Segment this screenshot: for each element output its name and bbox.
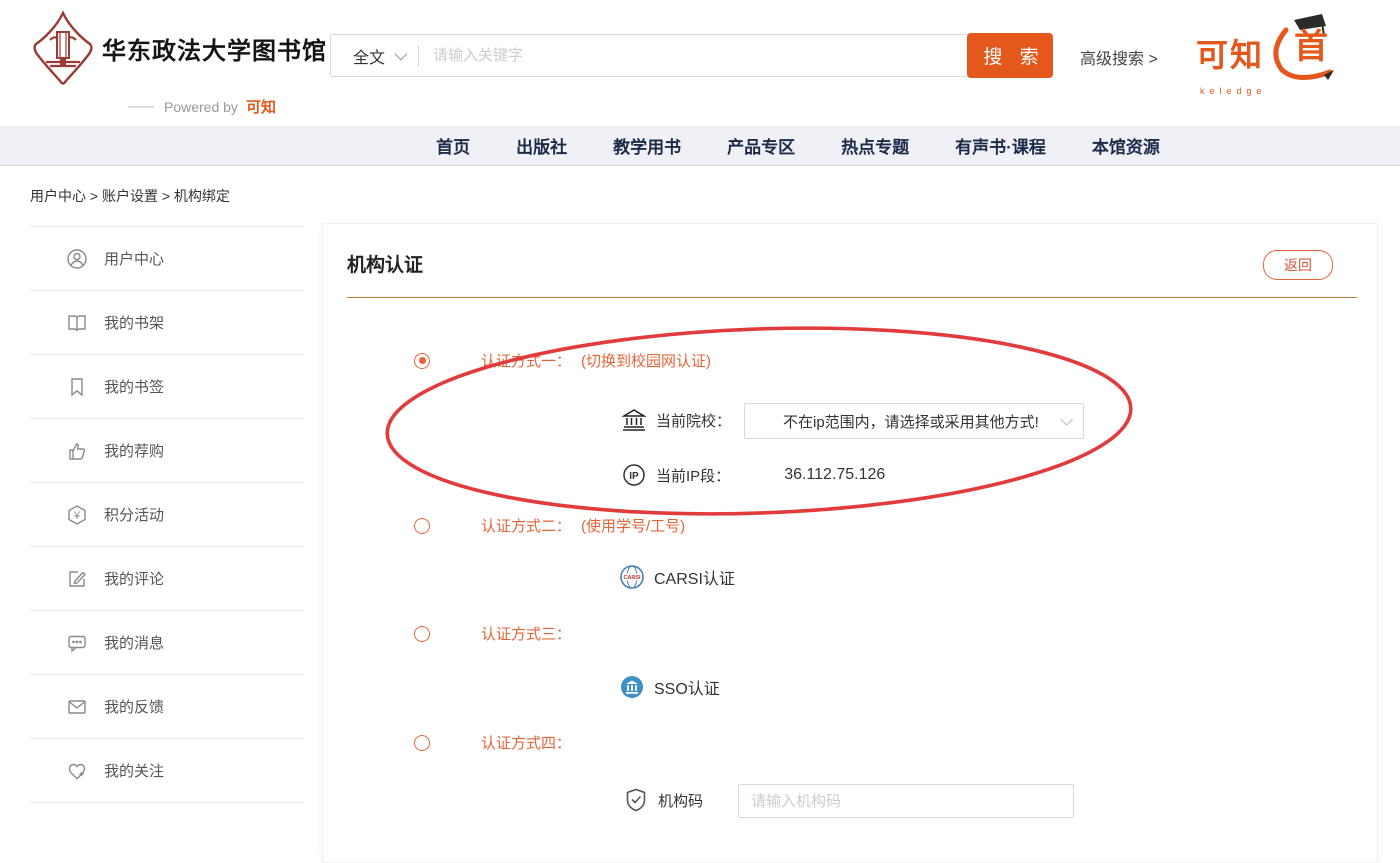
institution-code-input[interactable]	[738, 784, 1074, 818]
auth-method-1-row: 认证方式一： (切换到校园网认证)	[414, 350, 711, 371]
library-name: 华东政法大学图书馆	[102, 31, 327, 66]
auth-method-4-row: 认证方式四：	[414, 732, 571, 753]
sidebar-item-label: 我的反馈	[104, 696, 164, 717]
thumbs-up-icon	[66, 440, 88, 462]
svg-text:CARSI: CARSI	[623, 575, 641, 581]
auth-method-1-radio[interactable]	[414, 353, 430, 369]
nav-item-hot-topics[interactable]: 热点专题	[841, 133, 909, 158]
auth-method-1-hint[interactable]: (切换到校园网认证)	[581, 350, 711, 371]
powered-by-brand[interactable]: 可知	[246, 96, 276, 117]
auth-method-4-radio[interactable]	[414, 735, 430, 751]
institution-auth-panel: 机构认证 返回 认证方式一： (切换到校园网认证) 当前院校： 不在ip范围内，…	[322, 223, 1378, 863]
sidebar-item-label: 我的书签	[104, 376, 164, 397]
auth-method-3-label: 认证方式三：	[481, 623, 571, 644]
bookmark-icon	[66, 376, 88, 398]
shield-check-icon	[623, 787, 649, 813]
sso-icon	[619, 674, 645, 700]
sidebar-item-label: 我的评论	[104, 568, 164, 589]
page-header: 华东政法大学图书馆 Powered by 可知 全文 搜 索 高级搜索 > 可知…	[0, 0, 1400, 126]
keledge-logo-subtext: keledge	[1200, 86, 1366, 96]
sidebar-item-label: 我的书架	[104, 312, 164, 333]
nav-item-product-zone[interactable]: 产品专区	[727, 133, 795, 158]
institution-icon	[621, 407, 647, 433]
sidebar-item-recommendations[interactable]: 我的荐购	[30, 419, 305, 483]
auth-method-2-row: 认证方式二： (使用学号/工号)	[414, 515, 685, 536]
auth-method-4-label: 认证方式四：	[481, 732, 571, 753]
sidebar-item-label: 我的荐购	[104, 440, 164, 461]
svg-text:¥: ¥	[73, 510, 81, 522]
sidebar-item-bookshelf[interactable]: 我的书架	[30, 291, 305, 355]
chevron-down-icon	[395, 48, 408, 61]
auth-method-1-label: 认证方式一：	[481, 350, 571, 371]
sidebar-item-label: 用户中心	[104, 248, 164, 269]
keledge-logo-glyph-icon: 首	[1264, 12, 1338, 84]
nav-item-audiobooks-courses[interactable]: 有声书·课程	[955, 133, 1046, 158]
sidebar-item-label: 积分活动	[104, 504, 164, 525]
auth-method-3-radio[interactable]	[414, 626, 430, 642]
panel-title: 机构认证	[347, 250, 423, 277]
university-emblem-icon	[32, 10, 94, 86]
current-ip-label: 当前IP段：	[656, 465, 730, 486]
search-input[interactable]	[419, 35, 967, 76]
svg-text:首: 首	[1294, 28, 1328, 66]
chevron-down-icon	[1060, 413, 1073, 426]
advanced-search-link[interactable]: 高级搜索 >	[1080, 45, 1158, 69]
auth-method-3-row: 认证方式三：	[414, 623, 571, 644]
points-icon: ¥	[66, 504, 88, 526]
carsi-icon: CARSI	[619, 564, 645, 590]
sidebar-item-messages[interactable]: 我的消息	[30, 611, 305, 675]
auth-method-2-label: 认证方式二：	[481, 515, 571, 536]
sidebar-item-bookmarks[interactable]: 我的书签	[30, 355, 305, 419]
feedback-icon	[66, 696, 88, 718]
auth-method-2-hint: (使用学号/工号)	[581, 515, 685, 536]
sidebar: 用户中心 我的书架 我的书签 我的荐购 ¥	[30, 226, 305, 803]
nav-item-library-resources[interactable]: 本馆资源	[1092, 133, 1160, 158]
svg-text:IP: IP	[629, 471, 639, 482]
current-school-label: 当前院校：	[656, 410, 731, 431]
keledge-logo[interactable]: 可知 首 keledge	[1196, 12, 1366, 112]
sidebar-item-user-center[interactable]: 用户中心	[30, 227, 305, 291]
sidebar-item-label: 我的消息	[104, 632, 164, 653]
main-nav: 首页 出版社 教学用书 产品专区 热点专题 有声书·课程 本馆资源	[0, 126, 1400, 166]
comment-icon	[66, 568, 88, 590]
search-button[interactable]: 搜 索	[967, 33, 1053, 78]
back-button[interactable]: 返回	[1263, 250, 1333, 280]
sso-auth-row[interactable]: SSO认证	[619, 674, 720, 700]
bookshelf-icon	[66, 312, 88, 334]
current-ip-row: IP 当前IP段： 36.112.75.126	[621, 462, 885, 488]
search-bar: 全文 搜 索	[330, 34, 1053, 77]
follow-icon	[66, 760, 88, 782]
school-select-value: 不在ip范围内，请选择或采用其他方式!	[783, 411, 1039, 432]
sidebar-item-points[interactable]: ¥ 积分活动	[30, 483, 305, 547]
library-logo[interactable]: 华东政法大学图书馆	[32, 10, 327, 86]
dash-decoration	[128, 106, 154, 108]
search-scope-label: 全文	[353, 44, 385, 68]
sidebar-item-comments[interactable]: 我的评论	[30, 547, 305, 611]
sidebar-item-follows[interactable]: 我的关注	[30, 739, 305, 803]
institution-code-label: 机构码	[658, 790, 703, 811]
breadcrumb: 用户中心 > 账户设置 > 机构绑定	[30, 186, 230, 206]
auth-method-2-radio[interactable]	[414, 518, 430, 534]
keledge-logo-text: 可知	[1196, 30, 1264, 76]
sso-auth-label: SSO认证	[654, 675, 720, 699]
powered-by: Powered by 可知	[128, 96, 276, 117]
carsi-auth-label: CARSI认证	[654, 565, 735, 589]
title-divider	[347, 297, 1357, 298]
sidebar-item-feedback[interactable]: 我的反馈	[30, 675, 305, 739]
message-icon	[66, 632, 88, 654]
carsi-auth-row[interactable]: CARSI CARSI认证	[619, 564, 735, 590]
search-scope-dropdown[interactable]: 全文	[331, 44, 418, 68]
institution-code-row: 机构码	[623, 787, 703, 813]
user-icon	[66, 248, 88, 270]
ip-icon: IP	[621, 462, 647, 488]
nav-item-textbooks[interactable]: 教学用书	[613, 133, 681, 158]
nav-item-publishers[interactable]: 出版社	[516, 133, 567, 158]
current-ip-value: 36.112.75.126	[784, 466, 885, 484]
nav-item-home[interactable]: 首页	[436, 133, 470, 158]
current-school-row: 当前院校：	[621, 407, 731, 433]
powered-by-label: Powered by	[164, 99, 238, 115]
school-select[interactable]: 不在ip范围内，请选择或采用其他方式!	[744, 403, 1084, 439]
sidebar-item-label: 我的关注	[104, 760, 164, 781]
